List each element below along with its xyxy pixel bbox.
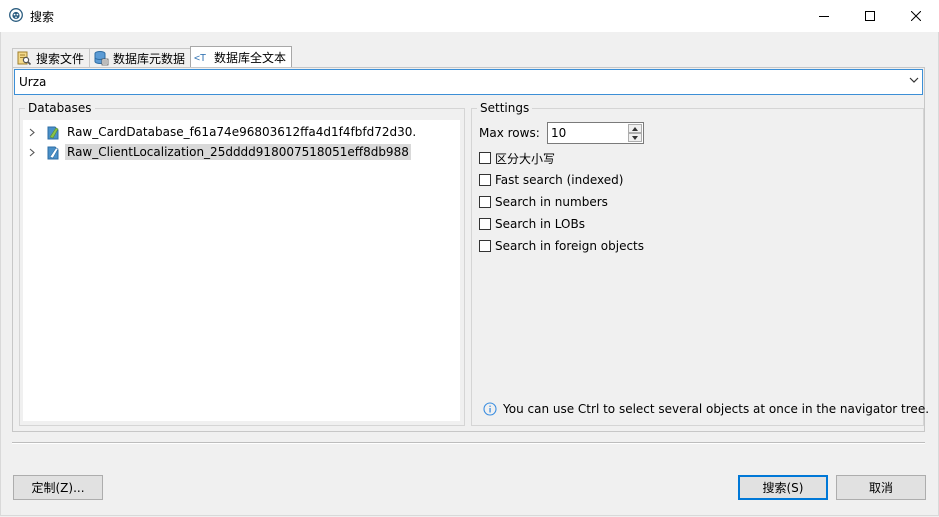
option-label: Search in foreign objects (495, 239, 645, 253)
chevron-right-icon[interactable] (29, 128, 35, 137)
separator (12, 442, 925, 444)
tab-label: 数据库全文本 (214, 50, 287, 65)
info-hint: You can use Ctrl to select several objec… (483, 402, 929, 416)
dbeaver-beaver-icon (9, 8, 23, 22)
max-rows-label: Max rows: (479, 126, 540, 140)
search-files-icon (17, 51, 32, 66)
close-button[interactable] (893, 0, 939, 31)
customize-button[interactable]: 定制(Z)... (13, 475, 103, 500)
cancel-button[interactable]: 取消 (836, 475, 926, 500)
spinner-down-button[interactable] (628, 133, 642, 142)
max-rows-spinner[interactable] (547, 122, 644, 144)
fulltext-icon: <T (194, 53, 206, 64)
search-numbers-checkbox[interactable] (479, 196, 491, 208)
window-title: 搜索 (30, 10, 55, 24)
maximize-icon (865, 10, 875, 21)
search-foreign-objects-checkbox[interactable] (479, 240, 491, 252)
settings-title: Settings (477, 101, 533, 115)
arrow-up-icon (632, 126, 638, 131)
tree-item-card-database[interactable]: Raw_CardDatabase_f61a74e96803612ffa4d1f4… (23, 122, 418, 142)
option-label: Fast search (indexed) (495, 173, 624, 187)
tab-database-metadata[interactable]: 数据库元数据 (89, 48, 191, 67)
tab-search-files[interactable]: 搜索文件 (12, 48, 90, 67)
maximize-button[interactable] (847, 0, 893, 31)
chevron-down-icon[interactable] (909, 77, 919, 84)
tab-database-fulltext[interactable]: <T 数据库全文本 (190, 46, 293, 67)
sqlite-database-icon (47, 126, 59, 140)
case-sensitive-option[interactable]: 区分大小写 (479, 149, 555, 167)
tree-item-label: Raw_ClientLocalization_25dddd91800751805… (65, 144, 411, 160)
minimize-button[interactable] (801, 0, 847, 31)
title-bar: 搜索 (0, 0, 939, 33)
arrow-down-icon (632, 135, 638, 140)
fast-search-option[interactable]: Fast search (indexed) (479, 171, 623, 189)
option-label: Search in LOBs (495, 217, 585, 231)
search-button[interactable]: 搜索(S) (738, 475, 828, 500)
tab-label: 数据库元数据 (113, 51, 186, 66)
tab-label: 搜索文件 (36, 51, 85, 66)
option-label: Search in numbers (495, 195, 608, 209)
search-lobs-checkbox[interactable] (479, 218, 491, 230)
search-combo[interactable] (14, 69, 923, 95)
tree-item-client-localization[interactable]: Raw_ClientLocalization_25dddd91800751805… (23, 142, 411, 162)
search-numbers-option[interactable]: Search in numbers (479, 193, 608, 211)
close-icon (911, 10, 921, 21)
tree-item-label: Raw_CardDatabase_f61a74e96803612ffa4d1f4… (67, 125, 417, 139)
minimize-icon (819, 15, 829, 17)
tab-bar: 搜索文件 数据库元数据 <T 数据库全文本 (12, 46, 293, 68)
database-metadata-icon (94, 51, 109, 66)
sqlite-database-icon (47, 146, 59, 160)
search-lobs-option[interactable]: Search in LOBs (479, 215, 585, 233)
info-icon (483, 402, 497, 416)
search-input[interactable] (19, 74, 889, 90)
databases-title: Databases (25, 101, 95, 115)
chevron-right-icon[interactable] (29, 148, 35, 157)
database-tree[interactable]: Raw_CardDatabase_f61a74e96803612ffa4d1f4… (23, 120, 460, 421)
spinner-up-button[interactable] (628, 124, 642, 133)
fast-search-checkbox[interactable] (479, 174, 491, 186)
case-sensitive-checkbox[interactable] (479, 152, 491, 164)
search-foreign-objects-option[interactable]: Search in foreign objects (479, 237, 644, 255)
info-text: You can use Ctrl to select several objec… (503, 402, 930, 416)
option-label: 区分大小写 (495, 151, 556, 166)
max-rows-input[interactable] (551, 126, 621, 140)
svg-text:<T: <T (194, 53, 206, 64)
